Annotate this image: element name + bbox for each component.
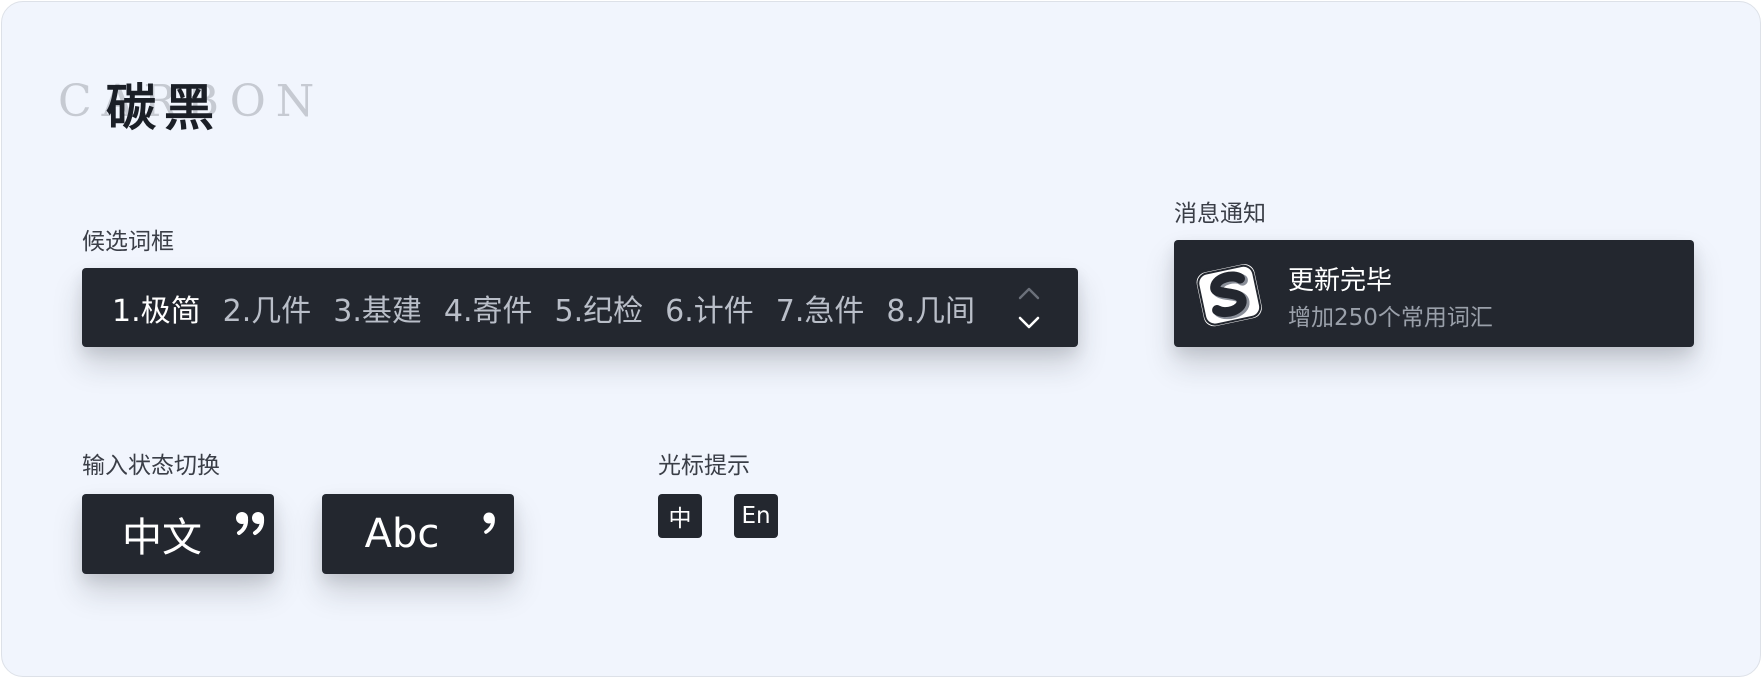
chinese-double-quote-icon bbox=[236, 512, 265, 535]
candidate-item-2[interactable]: 2.几件 bbox=[223, 286, 312, 330]
input-state-label: 输入状态切换 bbox=[82, 453, 220, 479]
english-mode-text: Abc bbox=[364, 511, 440, 557]
chevron-up-icon bbox=[1018, 287, 1040, 300]
cursor-hint-english: En bbox=[734, 494, 778, 538]
page-up-button[interactable] bbox=[1014, 282, 1044, 304]
theme-card: CARBON 碳黑 候选词框 1.极简 2.几件 3.基建 4.寄件 5.纪检 … bbox=[1, 1, 1761, 677]
candidate-item-4[interactable]: 4.寄件 bbox=[444, 286, 533, 330]
page-down-button[interactable] bbox=[1014, 312, 1044, 334]
candidate-box-label: 候选词框 bbox=[82, 229, 174, 255]
chinese-mode-text: 中文 bbox=[122, 515, 202, 561]
candidate-item-6[interactable]: 6.计件 bbox=[665, 286, 754, 330]
candidate-item-8[interactable]: 8.几间 bbox=[886, 286, 975, 330]
notification-title: 更新完毕 bbox=[1288, 266, 1393, 296]
chinese-mode-indicator[interactable]: 中文 bbox=[82, 494, 274, 574]
theme-title: CARBON 碳黑 bbox=[58, 68, 358, 137]
sogou-s-logo-icon bbox=[1192, 256, 1268, 332]
candidate-list: 1.极简 2.几件 3.基建 4.寄件 5.纪检 6.计件 7.急件 8.几间 bbox=[112, 268, 975, 347]
cursor-hint-chinese: 中 bbox=[658, 494, 702, 538]
theme-title-chinese: 碳黑 bbox=[106, 78, 222, 137]
notification-subtitle: 增加250个常用词汇 bbox=[1288, 305, 1493, 331]
cursor-hint-label: 光标提示 bbox=[658, 453, 750, 479]
candidate-bar: 1.极简 2.几件 3.基建 4.寄件 5.纪检 6.计件 7.急件 8.几间 bbox=[82, 268, 1078, 347]
candidate-item-5[interactable]: 5.纪检 bbox=[555, 286, 644, 330]
candidate-item-7[interactable]: 7.急件 bbox=[776, 286, 865, 330]
notification-label: 消息通知 bbox=[1174, 201, 1266, 227]
candidate-pager bbox=[1014, 282, 1044, 334]
candidate-item-1[interactable]: 1.极简 bbox=[112, 286, 201, 330]
english-single-quote-icon bbox=[483, 512, 495, 534]
chevron-down-icon bbox=[1018, 316, 1040, 329]
candidate-item-3[interactable]: 3.基建 bbox=[333, 286, 422, 330]
english-mode-indicator[interactable]: Abc bbox=[322, 494, 514, 574]
notification-toast[interactable]: 更新完毕 增加250个常用词汇 bbox=[1174, 240, 1694, 347]
